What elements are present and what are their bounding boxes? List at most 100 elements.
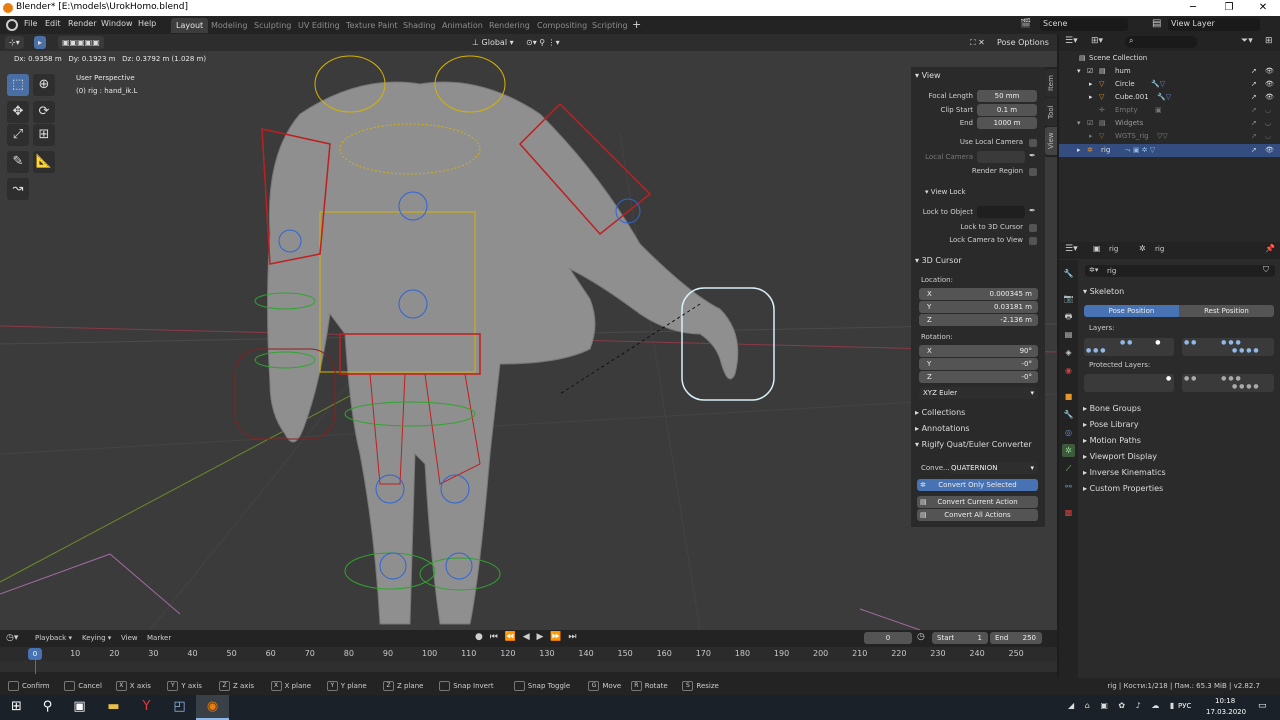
tab-tool[interactable]: Tool [1045,98,1057,126]
move-tool-button[interactable]: ✥ [7,101,29,123]
cursor-rot-y-field[interactable]: Y -0° [919,358,1038,370]
select-box-modes[interactable]: ▣▣▣▣▣ [58,36,104,49]
clip-end-field[interactable]: 1000 m [977,117,1037,129]
menu-window[interactable]: Window [101,19,133,28]
cursor-y-field[interactable]: Y 0.03181 m [919,301,1038,313]
layer-block[interactable] [1084,374,1174,392]
root-control-right[interactable] [859,608,921,630]
lock-camera-checkbox[interactable] [1029,237,1037,245]
rotate-tool-button[interactable]: ⟳ [33,101,55,123]
texture-tab-icon[interactable]: ▩ [1062,506,1075,519]
eyedropper-icon[interactable]: ✒ [1029,206,1036,215]
collections-header[interactable]: ▸ Collections [915,408,965,417]
local-camera-field[interactable] [977,151,1025,163]
gizmo-toggle[interactable]: ⛶ ✕ [966,36,989,49]
focal-length-field[interactable]: 50 mm [977,90,1037,102]
scene-name-field[interactable]: Scene [1040,18,1128,31]
notifications-icon[interactable]: ▭ [1258,701,1267,711]
bone-groups-header[interactable]: ▸ Bone Groups [1083,404,1141,413]
windows-start-icon[interactable]: ⊞ [0,695,33,720]
protected-layers-grid[interactable]: ● ● ● ● ● ● ● ● ● ● [1084,374,1274,394]
outliner-row-cube[interactable]: ▸ ▽ Cube.001 🔧▽ ➚ 👁 [1059,91,1280,104]
menu-edit[interactable]: Edit [45,19,61,28]
yandex-browser-icon[interactable]: Y [130,695,163,720]
select-arrow-icon[interactable]: ➚ [1251,65,1257,78]
tab-animation[interactable]: Animation [437,18,488,33]
convert-only-selected-button[interactable]: ✲ Convert Only Selected [917,479,1038,491]
clip-start-field[interactable]: 0.1 m [977,104,1037,116]
eye-icon[interactable]: 👁 [1265,78,1274,91]
datablock-selector[interactable]: ✲▾ rig ⛉ [1085,265,1275,277]
filter-icon[interactable]: ⏷▾ [1241,36,1253,46]
select-arrow-icon[interactable]: ➚ [1251,104,1257,117]
viewport-display-header[interactable]: ▸ Viewport Display [1083,452,1157,461]
cursor-rot-z-field[interactable]: Z -0° [919,371,1038,383]
outliner-row-wgts-rig[interactable]: ▸ ▽ WGTS_rig ▽▽ ➚ ◡ [1059,130,1280,143]
rest-position-button[interactable]: Rest Position [1179,305,1274,317]
bone-constraint-tab-icon[interactable]: ⚯ [1062,480,1075,493]
view-layer-tab-icon[interactable]: ▤ [1062,328,1075,341]
select-arrow-icon[interactable]: ➚ [1251,91,1257,104]
eyedropper-icon[interactable]: ✒ [1029,151,1036,160]
3d-cursor-header[interactable]: ▾ 3D Cursor [915,256,962,265]
checkbox-icon[interactable]: ☑ [1087,65,1093,78]
transform-orientation-dropdown[interactable]: ⊥ Global ▾ [468,36,518,49]
app-icon[interactable]: ◰ [163,695,196,720]
use-local-camera-checkbox[interactable] [1029,139,1037,147]
rotation-mode-dropdown[interactable]: XYZ Euler ▾ [919,387,1038,399]
inverse-kinematics-header[interactable]: ▸ Inverse Kinematics [1083,468,1166,477]
transform-tool-button[interactable]: ⊞ [33,124,55,146]
maximize-icon[interactable]: ❐ [1212,0,1246,16]
view-panel-header[interactable]: ▾ View [915,71,941,80]
render-region-checkbox[interactable] [1029,168,1037,176]
outliner-row-empty[interactable]: ✛ Empty ▣ ➚ ◡ [1059,104,1280,117]
display-mode-icon[interactable]: ⊞▾ [1091,36,1103,46]
select-arrow-icon[interactable]: ➚ [1251,144,1257,157]
eye-icon[interactable]: 👁 [1265,144,1274,157]
eye-icon[interactable]: 👁 [1265,65,1274,78]
checkbox-icon[interactable]: ☑ [1087,117,1093,130]
cursor-z-field[interactable]: Z -2.136 m [919,314,1038,326]
cursor-rot-x-field[interactable]: X 90° [919,345,1038,357]
select-tool-button[interactable]: ⬚ [7,74,29,96]
tab-shading[interactable]: Shading [398,18,441,33]
custom-properties-header[interactable]: ▸ Custom Properties [1083,484,1163,493]
view-lock-header[interactable]: ▾ View Lock [925,188,966,196]
tab-compositing[interactable]: Compositing [532,18,592,33]
outliner-row-rig[interactable]: ▸ ✲ rig ⤳ ▣ ✲ ▽ ➚ 👁 [1059,144,1280,157]
pose-options-dropdown[interactable]: Pose Options [993,36,1053,49]
render-tab-icon[interactable]: 📷 [1062,292,1075,305]
pose-library-header[interactable]: ▸ Pose Library [1083,420,1139,429]
cursor-x-field[interactable]: X 0.000345 m [919,288,1038,300]
tab-rendering[interactable]: Rendering [484,18,535,33]
select-arrow-icon[interactable]: ➚ [1251,117,1257,130]
file-explorer-icon[interactable]: ▬ [97,695,130,720]
task-view-icon[interactable]: ▣ [63,695,96,720]
fake-user-icon[interactable]: ⛉ [1263,265,1269,275]
object-tab-icon[interactable]: ■ [1062,390,1075,403]
pivot-snap-buttons[interactable]: ⊙▾ ⚲ ⋮▾ [522,36,564,49]
output-tab-icon[interactable]: 🖶 [1062,310,1075,323]
bone-layers-grid[interactable]: ● ● ● ● ● ● ● ● ● ● ● ● ● ● ● [1084,338,1274,358]
convert-current-action-button[interactable]: ▤ Convert Current Action [917,496,1038,508]
eye-hidden-icon[interactable]: ◡ [1265,130,1271,143]
editor-type-icon[interactable]: ☰▾ [1065,244,1078,254]
minimize-icon[interactable]: ─ [1176,0,1210,16]
close-icon[interactable]: ✕ [1246,0,1280,16]
tab-item[interactable]: Item [1045,69,1057,97]
armature-data-tab-icon[interactable]: ✲ [1062,444,1075,457]
annotate-tool-button[interactable]: ✎ [7,151,29,173]
world-tab-icon[interactable]: ◉ [1062,364,1075,377]
select-mode-button[interactable]: ▸ [34,36,47,49]
tool-tab-icon[interactable]: 🔧 [1062,267,1075,280]
menu-help[interactable]: Help [138,19,156,28]
annotations-header[interactable]: ▸ Annotations [915,424,970,433]
scene-tab-icon[interactable]: ◈ [1062,346,1075,359]
motion-paths-header[interactable]: ▸ Motion Paths [1083,436,1141,445]
timeline-track[interactable] [0,661,1057,672]
outliner-row-hum[interactable]: ▾ ☑ ▤ hum ➚ 👁 [1059,65,1280,78]
blender-menu-icon[interactable] [6,19,18,31]
tab-modeling[interactable]: Modeling [206,18,252,33]
bone-roll-tool-button[interactable]: ↝ [7,178,29,200]
pin-icon[interactable]: 📌 [1265,244,1275,253]
